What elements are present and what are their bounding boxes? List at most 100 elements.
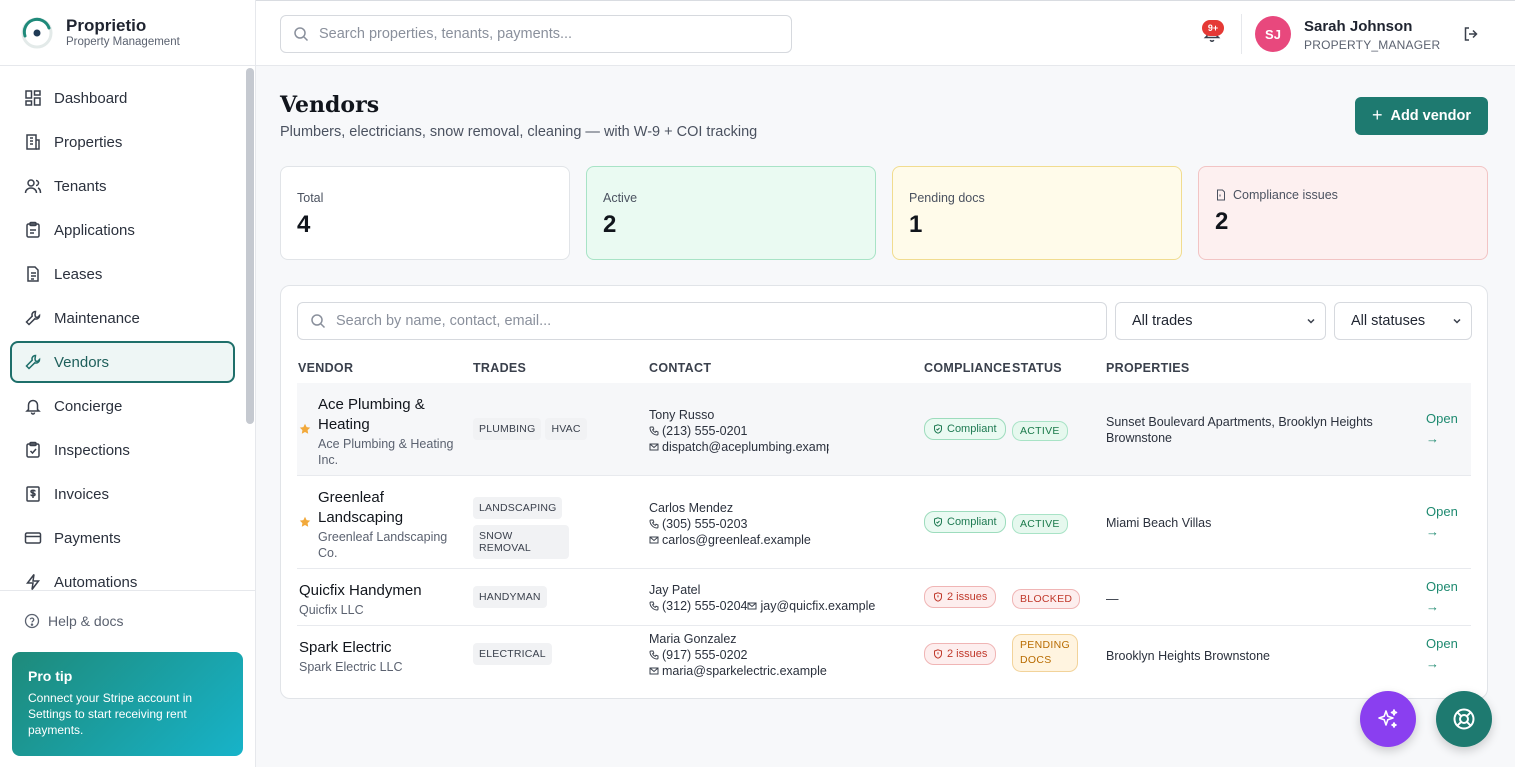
vendor-name[interactable]: Ace Plumbing & Heating [318,395,468,435]
contact-cell: Jay Patel (312) 555-0204 jay@quicfix.exa… [649,582,909,614]
global-search-input[interactable] [319,26,791,42]
dashboard-icon [25,90,41,106]
chevron-down-icon [1453,318,1461,324]
stat-value: 1 [909,211,923,238]
contact-email[interactable]: jay@quicfix.example [760,598,875,614]
sidebar-item-properties[interactable]: Properties [10,121,235,163]
vendor-name[interactable]: Greenleaf Landscaping [318,488,468,528]
sidebar-item-tenants[interactable]: Tenants [10,165,235,207]
sidebar-item-invoices[interactable]: Invoices [10,473,235,515]
open-vendor-link[interactable]: Open → [1426,577,1466,617]
search-icon [311,314,326,329]
trade-tag: ELECTRICAL [473,643,552,665]
stat-label: Active [603,191,638,205]
sidebar-item-label: Payments [54,529,121,547]
alert-circle-icon [934,592,942,602]
sidebar-item-payments[interactable]: Payments [10,517,235,559]
open-vendor-link[interactable]: Open → [1426,502,1466,542]
contact-phone-row: (213) 555-0201 [649,423,829,439]
ai-assistant-button[interactable] [1360,691,1416,747]
compliance-cell: Compliant [924,511,1006,533]
compliance-label: Compliant [947,423,997,435]
contact-email[interactable]: maria@sparkelectric.example [662,663,827,679]
column-header-vendor: VENDOR [298,361,354,375]
status-badge: PENDING DOCS [1012,634,1078,672]
stat-value: 2 [1215,208,1229,235]
contact-email[interactable]: carlos@greenleaf.example [662,532,811,548]
vendor-legal-name: Quicfix LLC [299,603,364,617]
phone-icon [649,650,659,660]
table-row[interactable]: Spark Electric Spark Electric LLC ELECTR… [297,626,1471,683]
sidebar: Proprietio Property Management Dashboard… [0,0,256,767]
top-header: 9+ SJ Sarah Johnson PROPERTY_MANAGER [256,0,1515,66]
compliance-badge: Compliant [924,418,1006,440]
alert-circle-icon [934,649,942,659]
open-vendor-link[interactable]: Open → [1426,409,1466,449]
vendor-name[interactable]: Quicfix Handymen [299,581,469,601]
vendor-search-input[interactable] [336,313,1106,329]
help-docs-link[interactable]: Help & docs [24,613,123,629]
contact-phone: (213) 555-0201 [662,424,748,438]
add-vendor-label: Add vendor [1390,108,1472,124]
stat-label: Compliance issues [1215,188,1471,202]
star-icon [299,423,311,434]
sidebar-item-label: Inspections [54,441,130,459]
sidebar-item-dashboard[interactable]: Dashboard [10,77,235,119]
header-divider [1241,14,1242,54]
mail-icon [747,602,757,610]
contact-name: Tony Russo [649,408,715,422]
contact-phone: (917) 555-0202 [662,648,748,662]
contact-phone-row: (305) 555-0203 [649,516,829,532]
global-search[interactable] [280,15,792,53]
trade-filter-select[interactable]: All trades [1115,302,1326,340]
sidebar-item-leases[interactable]: Leases [10,253,235,295]
vendors-panel: All trades All statuses VENDOR TRADES CO… [280,285,1488,699]
sidebar-item-label: Tenants [54,177,107,195]
table-row[interactable]: Greenleaf Landscaping Greenleaf Landscap… [297,476,1471,569]
sidebar-footer: Help & docs Pro tip Connect your Stripe … [0,590,256,767]
table-row[interactable]: Quicfix Handymen Quicfix LLC HANDYMAN Ja… [297,569,1471,626]
contact-cell: Carlos Mendez (305) 555-0203 carlos@gree… [649,500,829,548]
status-filter-select[interactable]: All statuses [1334,302,1472,340]
contact-email[interactable]: dispatch@aceplumbing.example [662,439,829,455]
logout-icon[interactable] [1462,25,1480,43]
document-icon [1217,189,1225,201]
open-vendor-link[interactable]: Open → [1426,634,1466,674]
contact-email-row: carlos@greenleaf.example [649,532,829,548]
sidebar-item-concierge[interactable]: Concierge [10,385,235,427]
sidebar-item-label: Applications [54,221,135,239]
vendor-cell: Spark Electric Spark Electric LLC [299,638,469,675]
sidebar-scrollbar[interactable] [244,66,254,590]
help-circle-icon [24,613,40,629]
vendor-name[interactable]: Spark Electric [299,638,469,658]
sidebar-item-maintenance[interactable]: Maintenance [10,297,235,339]
support-button[interactable] [1436,691,1492,747]
status-badge: BLOCKED [1012,589,1081,609]
properties-cell: Brooklyn Heights Brownstone [1106,649,1270,663]
sidebar-item-applications[interactable]: Applications [10,209,235,251]
search-icon [294,27,309,42]
vendor-search[interactable] [297,302,1107,340]
brand[interactable]: Proprietio Property Management [0,0,255,66]
sidebar-item-label: Invoices [54,485,110,503]
pro-tip-title: Pro tip [28,668,73,684]
sidebar-item-automations[interactable]: Automations [10,561,235,590]
star-icon [299,516,311,527]
sidebar-item-vendors[interactable]: Vendors [10,341,235,383]
compliance-badge: Compliant [924,511,1006,533]
sidebar-item-inspections[interactable]: Inspections [10,429,235,471]
compliance-badge: 2 issues [924,643,997,665]
page-title: Vendors [280,92,380,118]
pro-tip-card: Pro tip Connect your Stripe account in S… [12,652,243,756]
brand-name: Proprietio [66,15,147,35]
scrollbar-thumb[interactable] [246,68,254,424]
add-vendor-button[interactable]: + Add vendor [1355,97,1488,135]
stat-value: 4 [297,211,311,238]
user-avatar[interactable]: SJ [1255,16,1291,52]
vendor-cell: Ace Plumbing & Heating Ace Plumbing & He… [318,395,468,468]
table-row[interactable]: Ace Plumbing & Heating Ace Plumbing & He… [297,383,1471,476]
trade-filter-value: All trades [1132,313,1193,329]
trades-cell: ELECTRICAL [473,643,638,671]
column-header-contact: CONTACT [649,361,712,375]
user-role: PROPERTY_MANAGER [1304,38,1441,52]
